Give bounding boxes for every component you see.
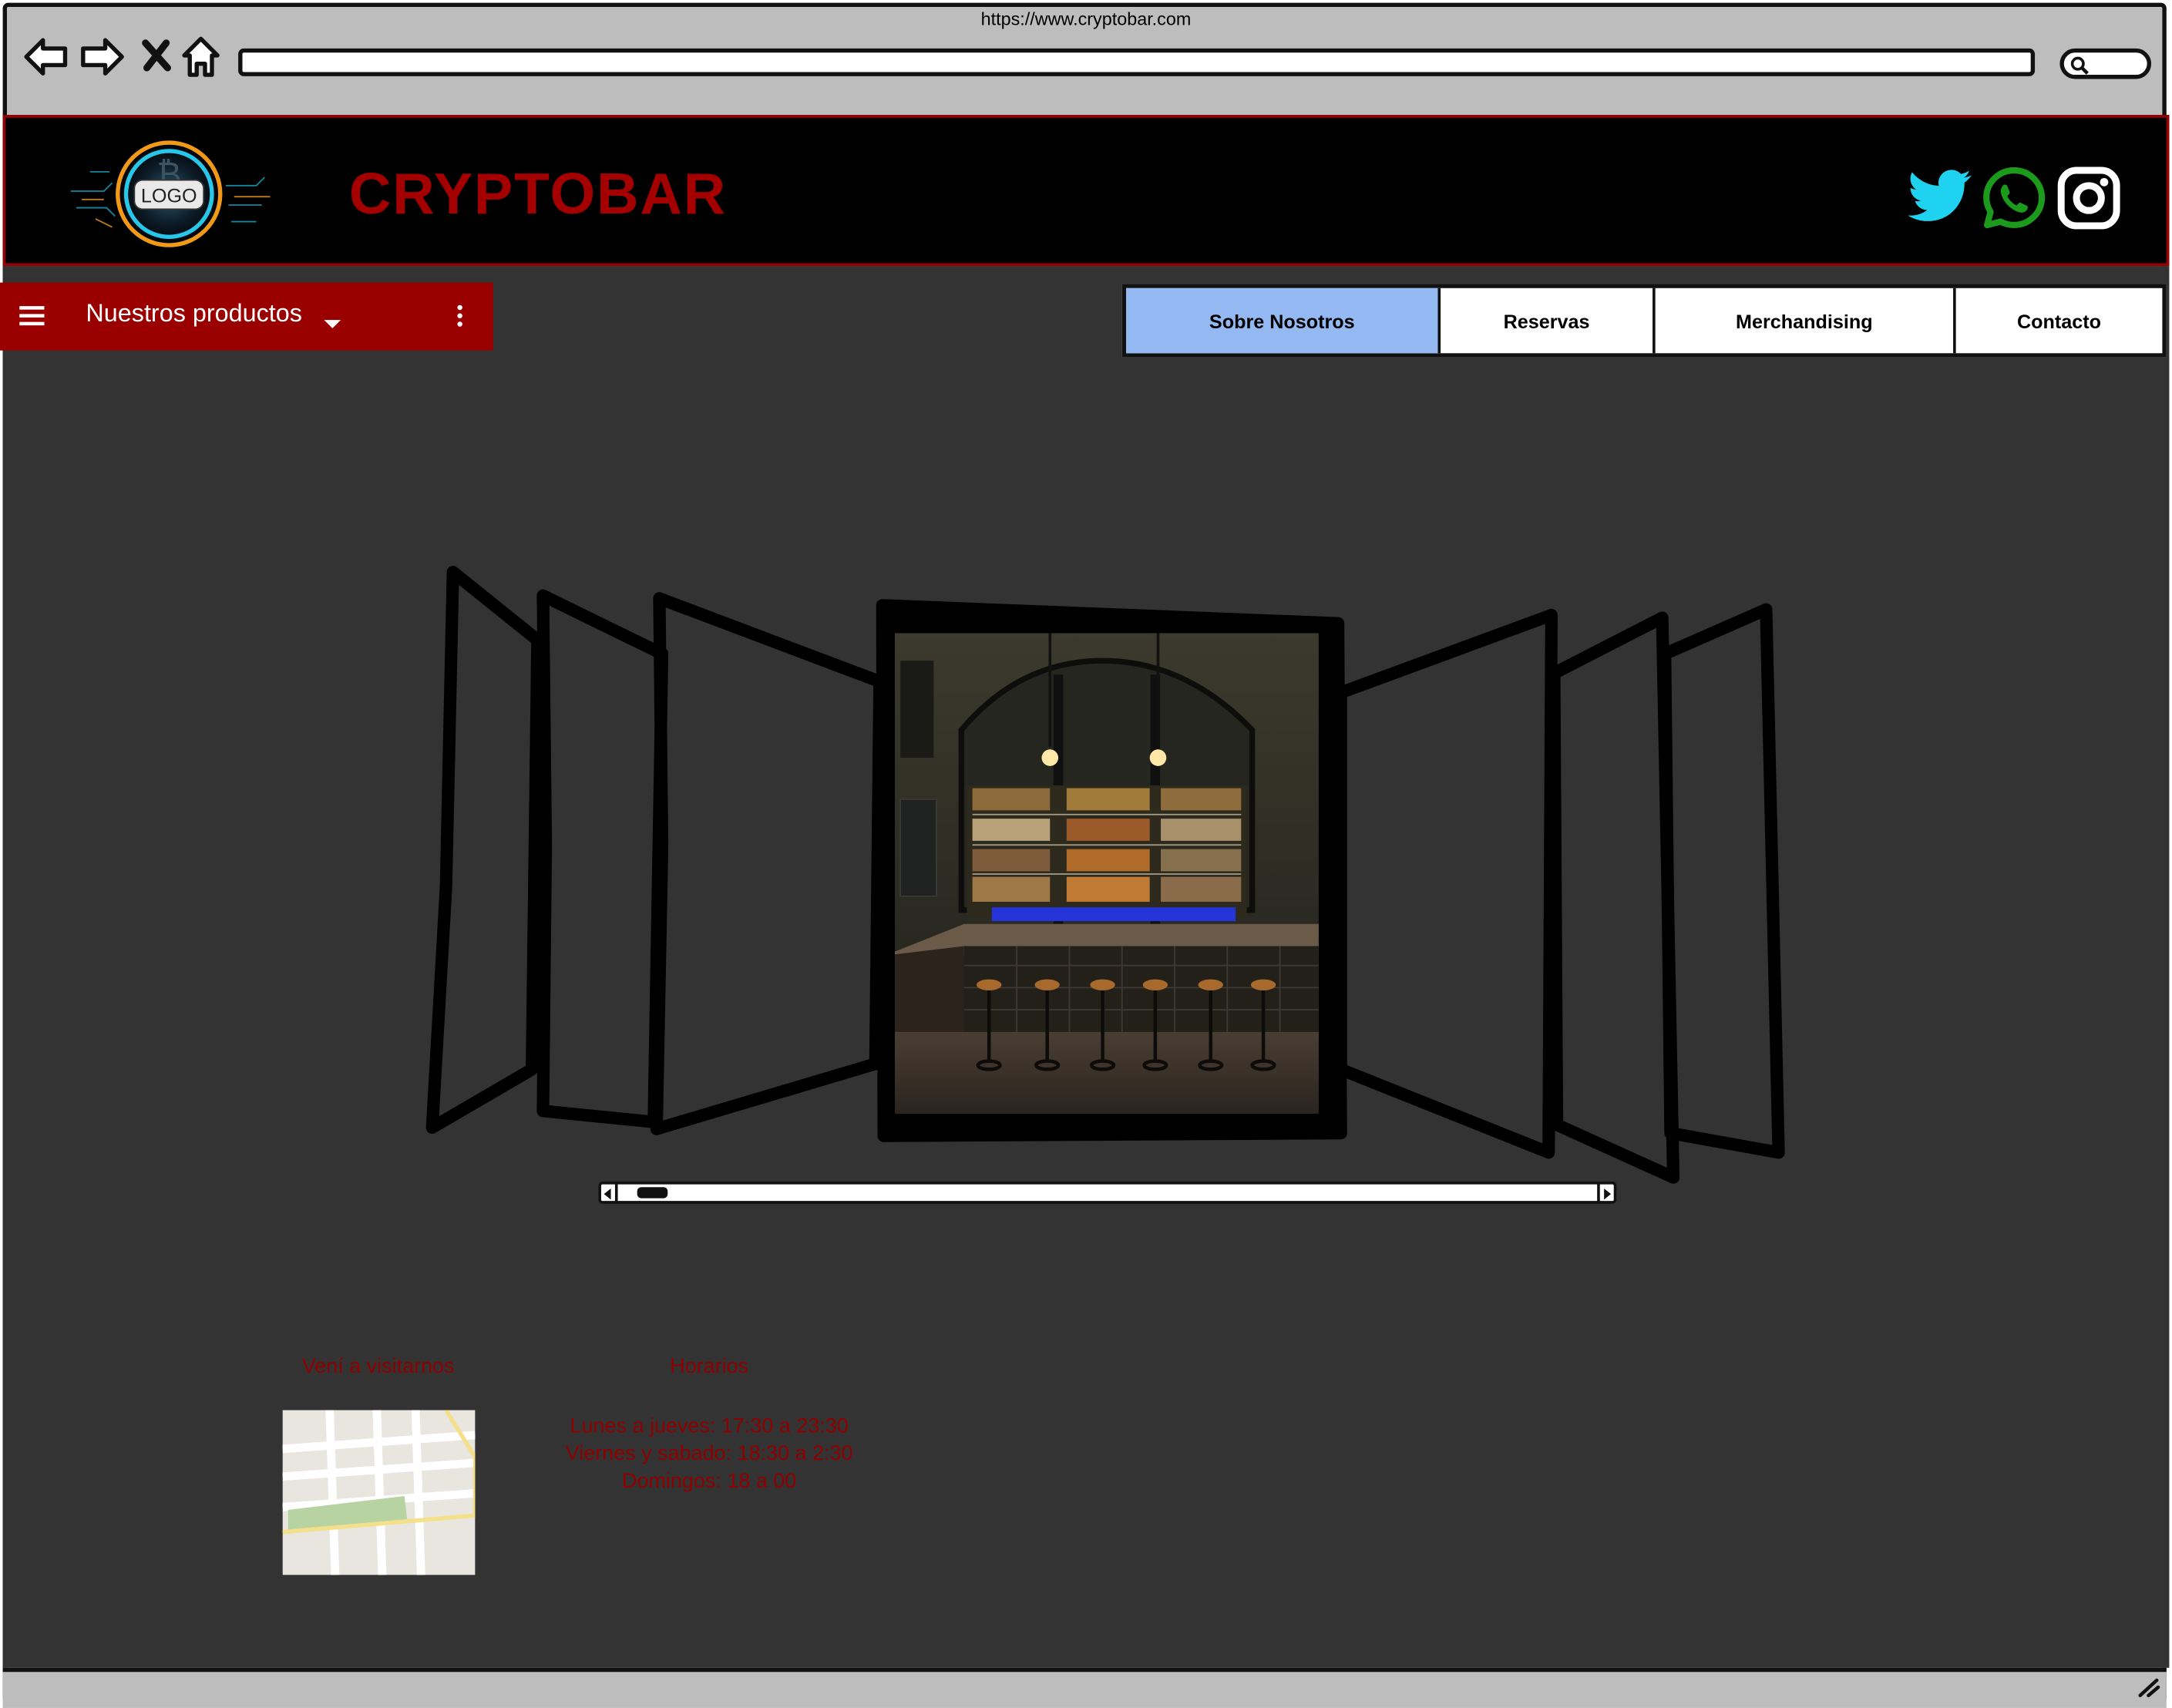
carousel-panel-right-2 bbox=[1548, 611, 1680, 1184]
visit-heading: Vení a visitarnos bbox=[301, 1354, 455, 1379]
resize-grip-icon[interactable] bbox=[2136, 1676, 2160, 1704]
hours-line: Viernes y sabado: 18:30 a 2:30 bbox=[565, 1441, 853, 1466]
scroll-thumb[interactable] bbox=[637, 1187, 667, 1199]
carousel-panel-left-1 bbox=[425, 566, 544, 1135]
browser-status-bar bbox=[2, 1667, 2167, 1708]
forward-arrow-icon[interactable] bbox=[79, 36, 126, 78]
tab-sobre-nosotros[interactable]: Sobre Nosotros bbox=[1126, 287, 1441, 354]
instagram-icon[interactable] bbox=[2056, 165, 2122, 237]
url-text: https://www.cryptobar.com bbox=[980, 8, 1192, 29]
site-header bbox=[2, 115, 2170, 267]
chevron-down-icon[interactable] bbox=[323, 311, 342, 337]
hours-list: Lunes a jueves: 17:30 a 23:30 Viernes y … bbox=[513, 1413, 906, 1496]
home-icon[interactable] bbox=[180, 35, 222, 79]
whatsapp-icon[interactable] bbox=[1981, 165, 2047, 237]
address-bar[interactable] bbox=[238, 48, 2036, 76]
carousel-scrollbar[interactable] bbox=[598, 1182, 1617, 1204]
back-arrow-icon[interactable] bbox=[22, 36, 69, 78]
twitter-icon[interactable] bbox=[1906, 167, 1972, 231]
carousel-image bbox=[894, 633, 1319, 1119]
scroll-right-arrow[interactable] bbox=[1597, 1182, 1614, 1202]
carousel-panel-right-3 bbox=[1659, 603, 1785, 1159]
close-icon[interactable] bbox=[141, 39, 172, 72]
products-menu-label[interactable]: Nuestros productos bbox=[86, 299, 302, 328]
main-nav-tabs: Sobre Nosotros Reservas Merchandising Co… bbox=[1121, 284, 2167, 358]
search-icon bbox=[2068, 54, 2090, 82]
hours-heading: Horarios bbox=[670, 1354, 749, 1379]
logo-text: LOGO bbox=[141, 185, 197, 207]
more-options-icon[interactable] bbox=[454, 304, 465, 335]
hours-line: Lunes a jueves: 17:30 a 23:30 bbox=[570, 1414, 849, 1438]
logo[interactable]: ₿ LOGO bbox=[62, 129, 277, 258]
site-title: CRYPTOBAR bbox=[348, 160, 727, 226]
tab-contacto[interactable]: Contacto bbox=[1956, 288, 2163, 353]
browser-search-field[interactable] bbox=[2059, 48, 2152, 82]
scroll-left-arrow[interactable] bbox=[601, 1182, 618, 1202]
carousel-panel-right-1 bbox=[1334, 608, 1558, 1159]
carousel-panel-left-2 bbox=[536, 589, 669, 1128]
hours-line: Domingos: 18 a 00 bbox=[621, 1469, 797, 1494]
hamburger-menu-icon[interactable] bbox=[19, 304, 45, 332]
location-map[interactable] bbox=[282, 1409, 478, 1575]
tab-reservas[interactable]: Reservas bbox=[1441, 287, 1656, 354]
carousel-panel-left-3 bbox=[650, 592, 886, 1135]
tab-merchandising[interactable]: Merchandising bbox=[1656, 287, 1956, 354]
